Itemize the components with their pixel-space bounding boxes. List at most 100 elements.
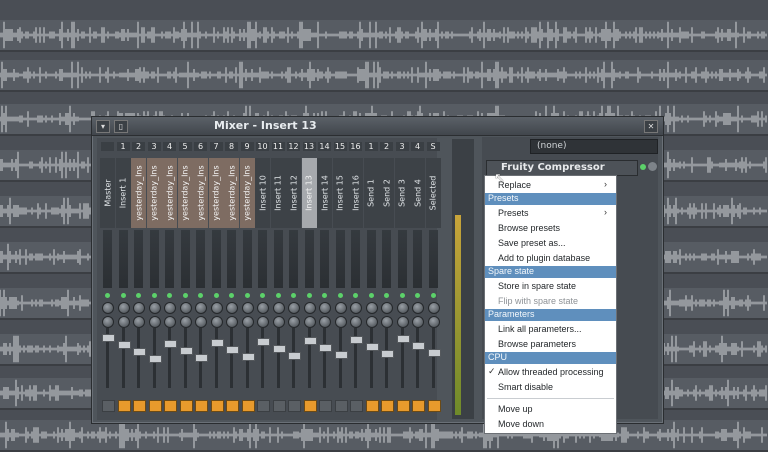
strip-name-label[interactable]: yesterday_Ins bbox=[146, 158, 162, 228]
mixer-strip[interactable]: 3 Send 3 bbox=[394, 138, 410, 418]
pan-knob[interactable] bbox=[179, 302, 192, 314]
strip-enable-led-icon[interactable] bbox=[198, 293, 203, 298]
volume-fader[interactable] bbox=[334, 351, 348, 359]
mixer-strip[interactable]: 12 Insert 12 bbox=[286, 138, 301, 418]
stereo-separation-knob[interactable] bbox=[396, 316, 409, 328]
route-button[interactable] bbox=[350, 400, 363, 412]
mixer-strip[interactable]: 8 yesterday_Ins bbox=[224, 138, 239, 418]
volume-fader[interactable] bbox=[102, 334, 115, 342]
stereo-separation-knob[interactable] bbox=[303, 316, 316, 328]
mixer-strip[interactable]: 11 Insert 11 bbox=[270, 138, 286, 418]
stereo-separation-knob[interactable] bbox=[381, 316, 393, 328]
mixer-strip[interactable]: 5 yesterday_Ins bbox=[177, 138, 193, 418]
volume-fader[interactable] bbox=[272, 345, 286, 353]
close-icon[interactable]: ✕ bbox=[644, 120, 658, 133]
volume-fader[interactable] bbox=[257, 338, 270, 346]
strip-name-label[interactable]: Send 2 bbox=[379, 158, 394, 228]
stereo-separation-knob[interactable] bbox=[365, 316, 378, 328]
strip-enable-led-icon[interactable] bbox=[337, 293, 343, 298]
slot-mix-knob[interactable] bbox=[648, 162, 657, 171]
pan-knob[interactable] bbox=[427, 302, 440, 314]
mixer-strip[interactable]: 16 Insert 16 bbox=[348, 138, 363, 418]
volume-fader[interactable] bbox=[210, 339, 224, 347]
strip-enable-led-icon[interactable] bbox=[244, 293, 250, 298]
pan-knob[interactable] bbox=[164, 302, 176, 314]
slot-led-icon[interactable] bbox=[640, 164, 646, 170]
menu-item-presets[interactable]: Presets › bbox=[485, 206, 616, 221]
preset-selector[interactable]: (none) bbox=[530, 139, 658, 154]
route-button[interactable] bbox=[164, 400, 177, 412]
route-button[interactable] bbox=[133, 400, 146, 412]
pan-knob[interactable] bbox=[334, 302, 347, 314]
route-button[interactable] bbox=[179, 400, 193, 412]
menu-item-move-up[interactable]: Move up bbox=[485, 402, 616, 417]
strip-name-label[interactable]: yesterday_Ins bbox=[208, 158, 224, 228]
menu-item-store-in-spare-state[interactable]: Store in spare state bbox=[485, 279, 616, 294]
strip-enable-led-icon[interactable] bbox=[384, 293, 389, 298]
fx-slot-1[interactable]: Fruity Compressor bbox=[486, 160, 638, 176]
pan-knob[interactable] bbox=[102, 302, 114, 314]
pan-knob[interactable] bbox=[148, 302, 161, 314]
strip-name-label[interactable]: Insert 15 bbox=[332, 158, 348, 228]
strip-name-label[interactable]: Insert 1 bbox=[115, 158, 131, 228]
strip-enable-led-icon[interactable] bbox=[368, 293, 374, 298]
menu-item-browse-parameters[interactable]: Browse parameters bbox=[485, 337, 616, 352]
route-button[interactable] bbox=[288, 400, 301, 412]
strip-enable-led-icon[interactable] bbox=[167, 293, 172, 298]
route-button[interactable] bbox=[195, 400, 208, 412]
strip-name-label[interactable]: Send 3 bbox=[394, 158, 410, 228]
strip-enable-led-icon[interactable] bbox=[275, 293, 281, 298]
mixer-strip[interactable]: 9 yesterday_Ins bbox=[239, 138, 255, 418]
volume-fader[interactable] bbox=[195, 354, 208, 362]
route-button[interactable] bbox=[303, 400, 317, 412]
strip-enable-led-icon[interactable] bbox=[151, 293, 157, 298]
pan-knob[interactable] bbox=[133, 302, 145, 314]
route-button[interactable] bbox=[412, 400, 425, 412]
strip-enable-led-icon[interactable] bbox=[306, 293, 312, 298]
strip-name-label[interactable]: yesterday_Ins bbox=[193, 158, 208, 228]
window-menu-button[interactable]: ▾ bbox=[96, 120, 110, 133]
pan-knob[interactable] bbox=[117, 302, 130, 314]
strip-name-label[interactable]: Insert 12 bbox=[286, 158, 301, 228]
strip-enable-led-icon[interactable] bbox=[291, 293, 296, 298]
strip-enable-led-icon[interactable] bbox=[353, 293, 358, 298]
stereo-separation-knob[interactable] bbox=[334, 316, 347, 328]
strip-name-label[interactable]: Insert 14 bbox=[317, 158, 332, 228]
volume-fader[interactable] bbox=[117, 341, 131, 349]
mixer-strip[interactable]: 4 Send 4 bbox=[410, 138, 425, 418]
strip-enable-led-icon[interactable] bbox=[430, 293, 436, 298]
mixer-strip[interactable]: 7 yesterday_Ins bbox=[208, 138, 224, 418]
playlist-track[interactable] bbox=[0, 20, 768, 52]
volume-fader[interactable] bbox=[164, 340, 177, 348]
volume-fader[interactable] bbox=[179, 347, 193, 355]
pan-knob[interactable] bbox=[303, 302, 316, 314]
mixer-strip[interactable]: 1 Send 1 bbox=[363, 138, 379, 418]
strip-enable-led-icon[interactable] bbox=[136, 293, 141, 298]
mixer-strip[interactable]: 3 yesterday_Ins bbox=[146, 138, 162, 418]
stereo-separation-knob[interactable] bbox=[117, 316, 130, 328]
menu-item-flip-with-spare-state[interactable]: Flip with spare state bbox=[485, 294, 616, 309]
strip-name-label[interactable]: Send 4 bbox=[410, 158, 425, 228]
volume-fader[interactable] bbox=[365, 343, 379, 351]
strip-enable-led-icon[interactable] bbox=[229, 293, 234, 298]
strip-name-label[interactable]: yesterday_Ins bbox=[239, 158, 255, 228]
strip-name-label[interactable]: Insert 16 bbox=[348, 158, 363, 228]
pan-knob[interactable] bbox=[210, 302, 223, 314]
menu-item-link-all-parameters[interactable]: Link all parameters... bbox=[485, 322, 616, 337]
strip-name-label[interactable]: yesterday_Ins bbox=[162, 158, 177, 228]
mixer-strip[interactable]: 2 yesterday_Ins bbox=[131, 138, 146, 418]
volume-fader[interactable] bbox=[381, 350, 394, 358]
strip-name-label[interactable]: Insert 10 bbox=[255, 158, 270, 228]
playlist-track[interactable] bbox=[0, 420, 768, 452]
mixer-strip[interactable]: 10 Insert 10 bbox=[255, 138, 270, 418]
stereo-separation-knob[interactable] bbox=[257, 316, 269, 328]
strip-name-label[interactable]: Master bbox=[100, 158, 115, 228]
strip-enable-led-icon[interactable] bbox=[260, 293, 265, 298]
mixer-strip[interactable]: 14 Insert 14 bbox=[317, 138, 332, 418]
pan-knob[interactable] bbox=[257, 302, 269, 314]
stereo-separation-knob[interactable] bbox=[319, 316, 331, 328]
menu-item-add-to-plugin-database[interactable]: Add to plugin database bbox=[485, 251, 616, 266]
volume-fader[interactable] bbox=[427, 349, 441, 357]
pan-knob[interactable] bbox=[396, 302, 409, 314]
mixer-titlebar[interactable]: ▾ ▯ Mixer - Insert 13 ✕ bbox=[92, 117, 663, 136]
